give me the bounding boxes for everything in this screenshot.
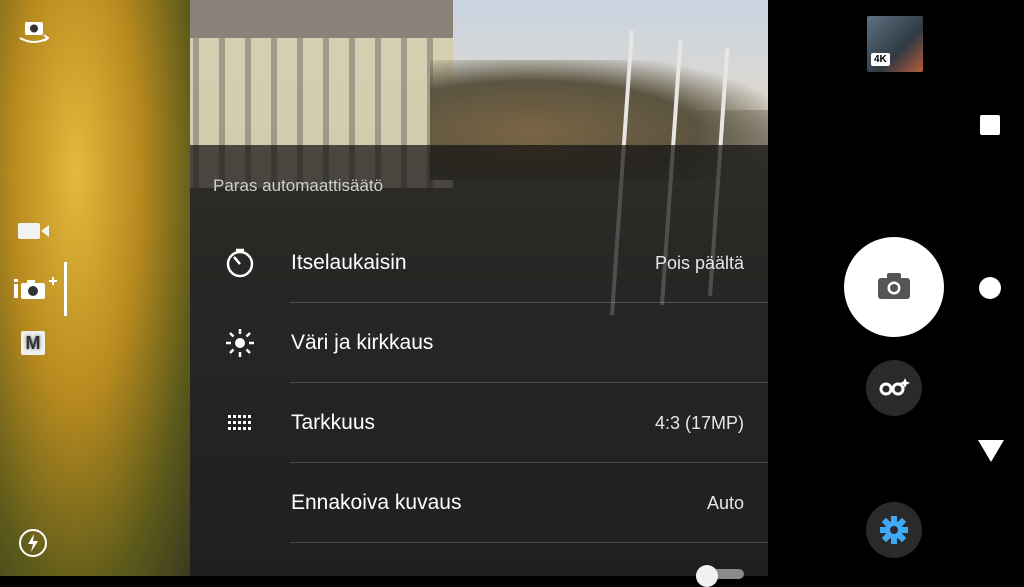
camera-icon <box>878 273 910 299</box>
active-mode-indicator <box>64 262 67 316</box>
toggle-switch[interactable] <box>696 565 744 587</box>
manual-mode-icon[interactable]: M <box>21 331 45 355</box>
menu-item-value: Pois päältä <box>654 253 744 273</box>
last-capture-thumbnail[interactable]: 4K <box>867 16 923 72</box>
superior-auto-camera-icon[interactable] <box>12 275 60 303</box>
camera-control-panel: 4K <box>768 0 1024 576</box>
video-record-button[interactable] <box>866 360 922 416</box>
menu-title: Paras automaattisäätö <box>213 176 384 195</box>
shutter-button[interactable] <box>844 237 944 337</box>
home-icon[interactable] <box>979 277 1001 299</box>
menu-item-label: Väri ja kirkkaus <box>291 331 434 354</box>
4k-badge: 4K <box>871 53 890 66</box>
divider <box>290 542 768 543</box>
recent-apps-icon[interactable] <box>980 115 1000 135</box>
menu-item-label: Tarkkuus <box>291 411 376 434</box>
menu-item-self-timer[interactable]: Itselaukaisin Pois päältä <box>190 223 768 303</box>
menu-item-value: 4:3 (17MP) <box>654 413 744 433</box>
video-effects-icon <box>879 378 910 396</box>
menu-item-resolution[interactable]: Tarkkuus 4:3 (17MP) <box>190 383 768 463</box>
menu-item-value: Auto <box>706 493 744 513</box>
settings-menu: Paras automaattisäätö Itselaukaisin Pois… <box>190 145 768 587</box>
resolution-grid-icon <box>222 407 258 439</box>
settings-button[interactable] <box>866 502 922 558</box>
menu-item-color-brightness[interactable]: Väri ja kirkkaus <box>190 303 768 383</box>
menu-item-predictive-capture[interactable]: Ennakoiva kuvaus Auto <box>190 463 768 543</box>
gear-icon <box>880 516 908 544</box>
flash-icon[interactable] <box>18 528 48 558</box>
brightness-icon <box>222 327 258 359</box>
back-icon[interactable] <box>978 440 1004 462</box>
menu-item-label: Itselaukaisin <box>291 251 407 274</box>
switch-camera-icon[interactable] <box>16 16 52 48</box>
menu-item-label: Ennakoiva kuvaus <box>291 491 462 514</box>
self-timer-icon <box>222 247 258 279</box>
toggle-knob <box>696 565 718 587</box>
video-mode-icon[interactable] <box>16 220 52 242</box>
